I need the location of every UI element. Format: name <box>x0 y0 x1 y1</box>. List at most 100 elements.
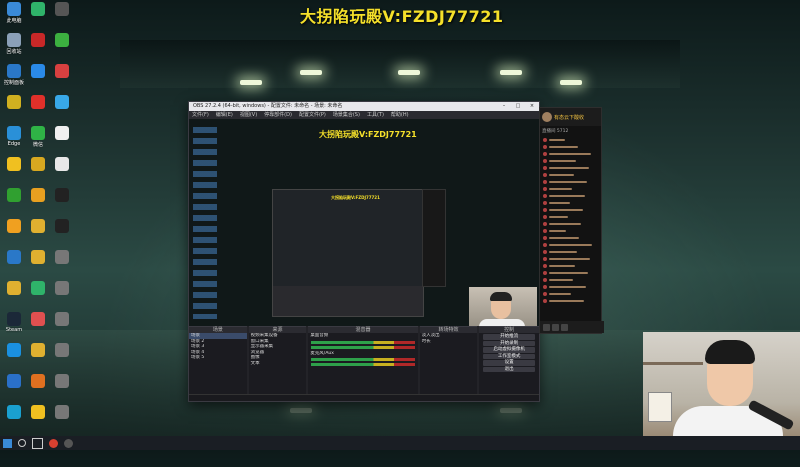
desktop-icon[interactable] <box>50 312 74 343</box>
desktop-icon[interactable] <box>50 95 74 126</box>
desktop-icon-label: 控制面板 <box>3 80 24 86</box>
desktop-icon[interactable]: 微信 <box>26 126 50 157</box>
control-button[interactable]: 设置 <box>483 360 535 366</box>
desktop-icon[interactable] <box>2 188 26 219</box>
task-view-icon[interactable] <box>32 437 43 449</box>
app-icon <box>55 95 69 109</box>
desktop-icon[interactable] <box>50 219 74 250</box>
chat-message <box>540 192 601 199</box>
app-icon <box>31 250 45 264</box>
app-icon <box>55 126 69 140</box>
desktop-icon[interactable]: 控制面板 <box>2 64 26 95</box>
chat-message-list[interactable] <box>540 136 601 316</box>
desktop-icon[interactable] <box>50 250 74 281</box>
desktop-icon[interactable] <box>2 250 26 281</box>
gift-icon[interactable] <box>543 323 550 331</box>
desktop-icon[interactable] <box>26 64 50 95</box>
close-icon[interactable]: × <box>525 102 539 111</box>
chat-window[interactable]: 有态云下酸收 直播间 5712 <box>539 107 604 334</box>
obs-window[interactable]: OBS 27.2.4 (64-bit, windows) - 配置文件: 未命名… <box>188 101 540 402</box>
desktop-icon[interactable] <box>26 188 50 219</box>
chat-message <box>540 150 601 157</box>
obs-icon[interactable] <box>64 438 73 448</box>
chat-message-text <box>549 208 583 211</box>
app-icon <box>31 281 45 295</box>
desktop-icon[interactable] <box>26 250 50 281</box>
desktop-icon[interactable] <box>2 281 26 312</box>
desktop-icon[interactable]: Edge <box>2 126 26 157</box>
desktop-icon[interactable] <box>26 374 50 405</box>
desktop-icon[interactable] <box>26 281 50 312</box>
control-button[interactable]: 退出 <box>483 366 535 372</box>
mixer-channel-label: 麦克风/Aux <box>310 350 334 356</box>
desktop-icon[interactable] <box>50 343 74 374</box>
desktop-icon[interactable] <box>26 33 50 64</box>
volume-slider[interactable] <box>311 345 415 349</box>
desktop-icon[interactable] <box>2 157 26 188</box>
menu-item[interactable]: 视图(V) <box>240 111 257 119</box>
desktop-icon[interactable] <box>2 343 26 374</box>
chat-header-title: 有态云下酸收 <box>554 114 585 121</box>
chat-message-text <box>549 236 579 239</box>
menu-item[interactable]: 停靠部件(D) <box>264 111 292 119</box>
obs-preview[interactable]: 大拐陷玩殿V:FZDJ77721 大拐陷玩殿V:FZDJ77721 <box>189 119 539 326</box>
control-button[interactable]: 开始推流 <box>483 334 535 340</box>
desktop-icon[interactable] <box>50 188 74 219</box>
chat-footer <box>540 321 604 333</box>
app-icon <box>55 343 69 357</box>
search-icon[interactable] <box>18 439 26 447</box>
obs-menu-bar: 文件(F) 编辑(E) 视图(V) 停靠部件(D) 配置文件(P) 场景集合(S) 工具(T… <box>189 111 539 119</box>
desktop-icon[interactable] <box>26 157 50 188</box>
desktop-icon[interactable] <box>26 343 50 374</box>
user-badge-icon <box>543 242 547 247</box>
desktop-icon[interactable] <box>26 312 50 343</box>
transition-item[interactable]: 时长 <box>420 339 478 345</box>
desktop-icon-label: Edge <box>7 141 21 147</box>
start-icon[interactable] <box>3 438 12 448</box>
desktop-icon[interactable] <box>2 374 26 405</box>
desktop-icon[interactable] <box>50 126 74 157</box>
desktop-icon[interactable] <box>26 2 50 33</box>
desktop-icon[interactable] <box>50 157 74 188</box>
control-button[interactable]: 工作室模式 <box>483 353 535 359</box>
desktop-icon[interactable] <box>2 405 26 436</box>
desktop-icon[interactable] <box>2 95 26 126</box>
controls-dock-title: 控制 <box>479 327 539 333</box>
menu-item[interactable]: 文件(F) <box>192 111 209 119</box>
desktop-icon[interactable] <box>26 219 50 250</box>
desktop-icon[interactable] <box>50 2 74 33</box>
desktop-icon[interactable] <box>2 219 26 250</box>
desktop-icon[interactable]: 回收站 <box>2 33 26 64</box>
scene-item[interactable]: 场景 5 <box>189 355 247 361</box>
desktop-icon[interactable] <box>50 33 74 64</box>
desktop-icon[interactable] <box>50 405 74 436</box>
settings-icon[interactable] <box>561 323 568 331</box>
obs-title-bar[interactable]: OBS 27.2.4 (64-bit, windows) - 配置文件: 未命名… <box>189 102 539 111</box>
desktop-icon[interactable]: 此电脑 <box>2 2 26 33</box>
emoji-icon[interactable] <box>552 323 559 331</box>
mixer-channel-label: 桌面音频 <box>310 333 329 338</box>
desktop-icon[interactable] <box>50 64 74 95</box>
menu-item[interactable]: 配置文件(P) <box>299 111 326 119</box>
browser-icon[interactable] <box>49 438 58 448</box>
chat-message-text <box>549 180 587 183</box>
desktop-icon[interactable] <box>50 281 74 312</box>
source-item[interactable]: 文本 <box>249 361 307 367</box>
app-icon <box>7 188 21 202</box>
control-button[interactable]: 启动虚拟摄像机 <box>483 347 535 353</box>
volume-slider[interactable] <box>311 363 415 366</box>
menu-item[interactable]: 场景集合(S) <box>333 111 360 119</box>
menu-item[interactable]: 编辑(E) <box>216 111 233 119</box>
menu-item[interactable]: 工具(T) <box>367 111 384 119</box>
desktop-icon[interactable] <box>26 405 50 436</box>
app-icon <box>31 343 45 357</box>
window-controls: – □ × <box>497 102 539 111</box>
desktop-icon[interactable] <box>26 95 50 126</box>
nested-docks <box>273 286 423 316</box>
minimize-icon[interactable]: – <box>497 102 511 111</box>
control-button[interactable]: 开始录制 <box>483 340 535 346</box>
desktop-icon[interactable]: Steam <box>2 312 26 343</box>
menu-item[interactable]: 帮助(H) <box>391 111 409 119</box>
maximize-icon[interactable]: □ <box>511 102 525 111</box>
desktop-icon[interactable] <box>50 374 74 405</box>
